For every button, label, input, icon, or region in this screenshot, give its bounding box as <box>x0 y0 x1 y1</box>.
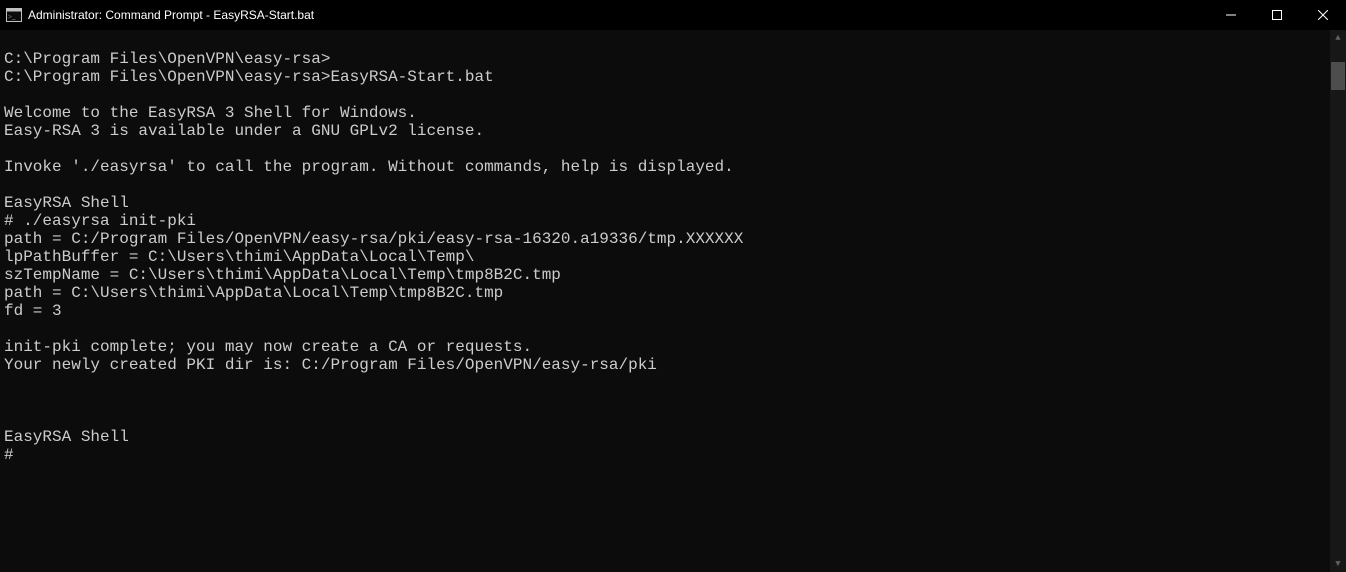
svg-text:>_: >_ <box>8 13 16 21</box>
terminal-line: C:\Program Files\OpenVPN\easy-rsa> <box>4 50 1326 68</box>
terminal-line <box>4 392 1326 410</box>
window-title: Administrator: Command Prompt - EasyRSA-… <box>28 8 314 22</box>
terminal-line <box>4 320 1326 338</box>
maximize-button[interactable] <box>1254 0 1300 30</box>
terminal-line: fd = 3 <box>4 302 1326 320</box>
terminal-line <box>4 140 1326 158</box>
terminal-line: init-pki complete; you may now create a … <box>4 338 1326 356</box>
close-button[interactable] <box>1300 0 1346 30</box>
titlebar-left: >_ Administrator: Command Prompt - EasyR… <box>6 7 314 23</box>
terminal-line: lpPathBuffer = C:\Users\thimi\AppData\Lo… <box>4 248 1326 266</box>
terminal-line: Your newly created PKI dir is: C:/Progra… <box>4 356 1326 374</box>
terminal-line <box>4 32 1326 50</box>
terminal-line: Easy-RSA 3 is available under a GNU GPLv… <box>4 122 1326 140</box>
scroll-thumb[interactable] <box>1331 62 1345 90</box>
terminal-line: EasyRSA Shell <box>4 428 1326 446</box>
window-controls <box>1208 0 1346 30</box>
terminal-output[interactable]: C:\Program Files\OpenVPN\easy-rsa>C:\Pro… <box>0 30 1330 572</box>
terminal-line: # ./easyrsa init-pki <box>4 212 1326 230</box>
terminal-line: path = C:/Program Files/OpenVPN/easy-rsa… <box>4 230 1326 248</box>
terminal-line <box>4 410 1326 428</box>
terminal-line: szTempName = C:\Users\thimi\AppData\Loca… <box>4 266 1326 284</box>
minimize-button[interactable] <box>1208 0 1254 30</box>
scroll-down-arrow[interactable]: ▼ <box>1330 556 1346 572</box>
terminal-line <box>4 86 1326 104</box>
cmd-icon: >_ <box>6 7 22 23</box>
terminal-body: C:\Program Files\OpenVPN\easy-rsa>C:\Pro… <box>0 30 1346 572</box>
terminal-line: Welcome to the EasyRSA 3 Shell for Windo… <box>4 104 1326 122</box>
terminal-line <box>4 176 1326 194</box>
terminal-line: EasyRSA Shell <box>4 194 1326 212</box>
terminal-line: path = C:\Users\thimi\AppData\Local\Temp… <box>4 284 1326 302</box>
vertical-scrollbar[interactable]: ▲ ▼ <box>1330 30 1346 572</box>
terminal-line: Invoke './easyrsa' to call the program. … <box>4 158 1326 176</box>
terminal-line: C:\Program Files\OpenVPN\easy-rsa>EasyRS… <box>4 68 1326 86</box>
window-titlebar[interactable]: >_ Administrator: Command Prompt - EasyR… <box>0 0 1346 30</box>
scroll-up-arrow[interactable]: ▲ <box>1330 30 1346 46</box>
terminal-line: # <box>4 446 1326 464</box>
terminal-line <box>4 374 1326 392</box>
